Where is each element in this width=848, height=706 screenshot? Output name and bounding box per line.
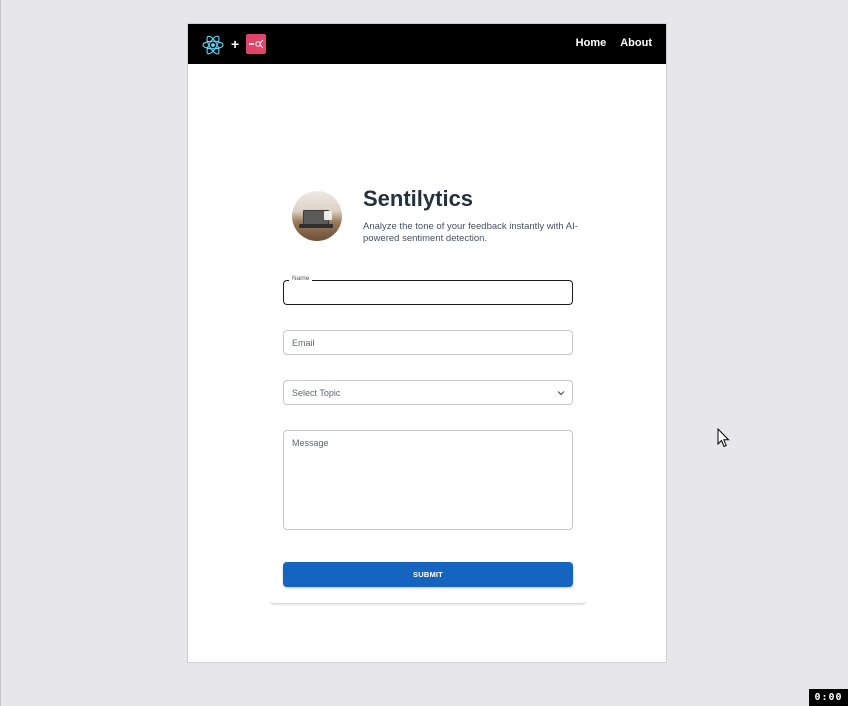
page-subtitle: Analyze the tone of your feedback instan… bbox=[363, 221, 578, 244]
name-field[interactable]: Name bbox=[283, 275, 573, 305]
topic-placeholder: Select Topic bbox=[292, 388, 341, 398]
nav-links: Home About bbox=[576, 37, 652, 49]
window-edge bbox=[0, 0, 1, 706]
email-field[interactable]: Email bbox=[283, 330, 573, 355]
chevron-down-icon bbox=[557, 391, 565, 396]
topic-select[interactable]: Select Topic bbox=[283, 380, 573, 405]
workspace-avatar bbox=[292, 191, 342, 241]
nav-link-home[interactable]: Home bbox=[576, 37, 607, 49]
message-placeholder: Message bbox=[292, 438, 329, 448]
mouse-pointer-icon bbox=[717, 428, 730, 448]
message-textarea[interactable]: Message bbox=[283, 430, 573, 530]
recording-timer: 0:00 bbox=[809, 689, 848, 706]
page-title: Sentilytics bbox=[363, 186, 474, 211]
nav-link-about[interactable]: About bbox=[620, 37, 652, 49]
submit-button[interactable]: SUBMIT bbox=[283, 562, 573, 587]
app-window: + Home About Sentilytics Analyze the ton… bbox=[187, 23, 667, 663]
name-field-label: Name bbox=[289, 275, 313, 282]
api-logo-icon bbox=[246, 34, 266, 54]
plus-sign: + bbox=[231, 36, 240, 52]
email-placeholder: Email bbox=[292, 338, 315, 348]
react-logo-icon bbox=[202, 35, 224, 55]
navbar: + Home About bbox=[188, 24, 666, 64]
card-bottom-edge bbox=[270, 601, 586, 604]
